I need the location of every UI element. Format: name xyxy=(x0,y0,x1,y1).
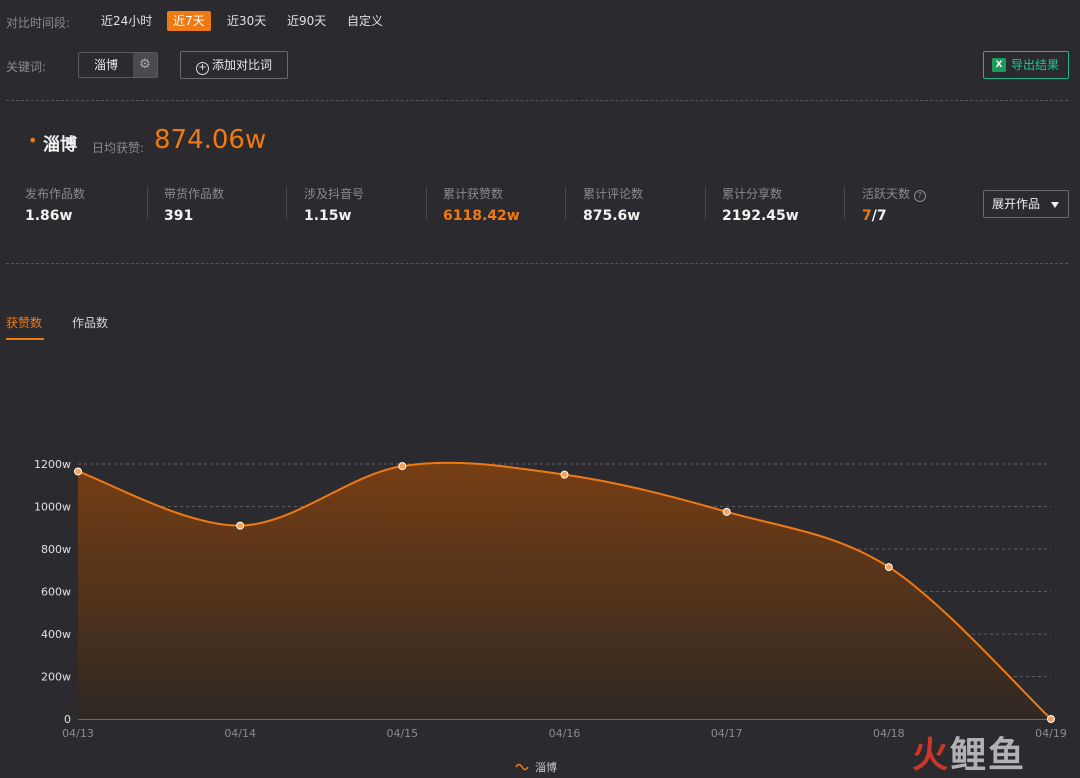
stat-comments: 累计评论数 875.6w xyxy=(583,185,643,224)
y-tick-label: 200w xyxy=(41,671,71,684)
period-label: 对比时间段: xyxy=(6,16,71,30)
tab-likes[interactable]: 获赞数 xyxy=(6,314,42,331)
stat-separator xyxy=(705,187,706,219)
legend-label[interactable]: 淄博 xyxy=(535,761,557,774)
stat-label: 累计分享数 xyxy=(722,187,783,201)
y-tick-label: 600w xyxy=(41,586,71,599)
stat-value: 875.6w xyxy=(583,208,641,224)
summary-keyword: 淄博 xyxy=(43,135,77,155)
stat-value: 2192.45w xyxy=(722,208,799,224)
period-24h[interactable]: 近24小时 xyxy=(95,11,158,31)
active-days-label-row: 活跃天数 ? xyxy=(862,185,926,202)
x-tick-label: 04/15 xyxy=(386,727,418,740)
watermark-logo: 火鲤鱼 xyxy=(912,735,1027,776)
tab-active-indicator xyxy=(6,338,44,340)
x-tick-label: 04/16 xyxy=(549,727,581,740)
stat-separator xyxy=(844,187,845,219)
summary-bullet: • xyxy=(28,131,38,150)
plus-circle-icon: + xyxy=(195,62,209,75)
y-tick-label: 800w xyxy=(41,543,71,556)
data-point[interactable] xyxy=(398,462,407,471)
x-tick-label: 04/14 xyxy=(224,727,256,740)
stat-separator xyxy=(426,187,427,219)
stat-label: 累计评论数 xyxy=(583,187,644,201)
x-tick-label: 04/17 xyxy=(711,727,743,740)
gear-icon[interactable]: ⚙ xyxy=(133,53,157,77)
x-tick-label: 04/13 xyxy=(62,727,94,740)
stat-label: 发布作品数 xyxy=(25,187,86,201)
stat-active-days: 活跃天数 ? 7/7 xyxy=(862,185,926,224)
stat-value: 1.15w xyxy=(304,208,352,224)
stat-value: 391 xyxy=(164,208,194,224)
data-point[interactable] xyxy=(74,467,82,476)
period-custom[interactable]: 自定义 xyxy=(341,11,389,31)
data-point[interactable] xyxy=(1047,715,1055,723)
export-label: 导出结果 xyxy=(1011,58,1060,72)
active-days-den: /7 xyxy=(871,208,887,224)
expand-works-button[interactable]: 展开作品 xyxy=(983,190,1069,218)
tab-works[interactable]: 作品数 xyxy=(72,314,108,331)
stat-separator xyxy=(147,187,148,219)
keyword-label: 关键词: xyxy=(6,60,47,74)
stat-value: 6118.42w xyxy=(443,208,520,224)
add-compare-button[interactable]: + 添加对比词 xyxy=(180,51,288,79)
daily-avg-label: 日均获赞: xyxy=(92,141,145,155)
active-days-num: 7 xyxy=(862,208,872,224)
stat-label: 累计获赞数 xyxy=(443,187,504,201)
series-line xyxy=(77,461,1052,720)
stat-likes: 累计获赞数 6118.42w xyxy=(443,185,520,224)
caret-down-icon xyxy=(1051,202,1059,208)
y-tick-label: 1200w xyxy=(34,458,71,471)
excel-icon: X xyxy=(992,58,1006,72)
stat-separator xyxy=(565,187,566,219)
divider-middle xyxy=(6,263,1068,264)
period-7d[interactable]: 近7天 xyxy=(167,11,211,31)
stat-separator xyxy=(286,187,287,219)
keyword-tag[interactable]: 淄博 ⚙ xyxy=(78,52,158,78)
export-button[interactable]: X 导出结果 xyxy=(983,51,1069,79)
add-compare-label: 添加对比词 xyxy=(211,58,272,72)
data-point[interactable] xyxy=(722,507,731,516)
stat-published: 发布作品数 1.86w xyxy=(25,185,85,224)
divider-top xyxy=(6,100,1068,101)
y-tick-label: 400w xyxy=(41,628,71,641)
daily-avg-value: 874.06w xyxy=(154,125,267,155)
expand-works-label: 展开作品 xyxy=(992,197,1041,211)
data-point[interactable] xyxy=(236,521,245,530)
y-tick-label: 0 xyxy=(64,713,71,726)
stat-goods: 带货作品数 391 xyxy=(164,185,224,224)
help-icon[interactable]: ? xyxy=(913,190,926,202)
period-30d[interactable]: 近30天 xyxy=(221,11,272,31)
x-tick-label: 04/19 xyxy=(1035,727,1067,740)
active-days-label: 活跃天数 xyxy=(862,187,911,201)
period-90d[interactable]: 近90天 xyxy=(281,11,332,31)
x-tick-label: 04/18 xyxy=(873,727,905,740)
likes-area-chart: 0 200w 400w 600w 800w 1000w 1200w 04/13 04/14 04… xyxy=(34,458,1067,774)
stat-label: 涉及抖音号 xyxy=(304,187,365,201)
keyword-text: 淄博 xyxy=(93,58,118,72)
stat-shares: 累计分享数 2192.45w xyxy=(722,185,799,224)
y-tick-label: 1000w xyxy=(34,501,71,514)
stat-value: 1.86w xyxy=(25,208,73,224)
data-point[interactable] xyxy=(560,470,569,479)
legend-swatch xyxy=(515,763,529,771)
stat-label: 带货作品数 xyxy=(164,187,225,201)
active-days-value: 7/7 xyxy=(862,208,926,224)
data-point[interactable] xyxy=(884,563,893,572)
series-area xyxy=(78,462,1051,719)
stat-accounts: 涉及抖音号 1.15w xyxy=(304,185,364,224)
